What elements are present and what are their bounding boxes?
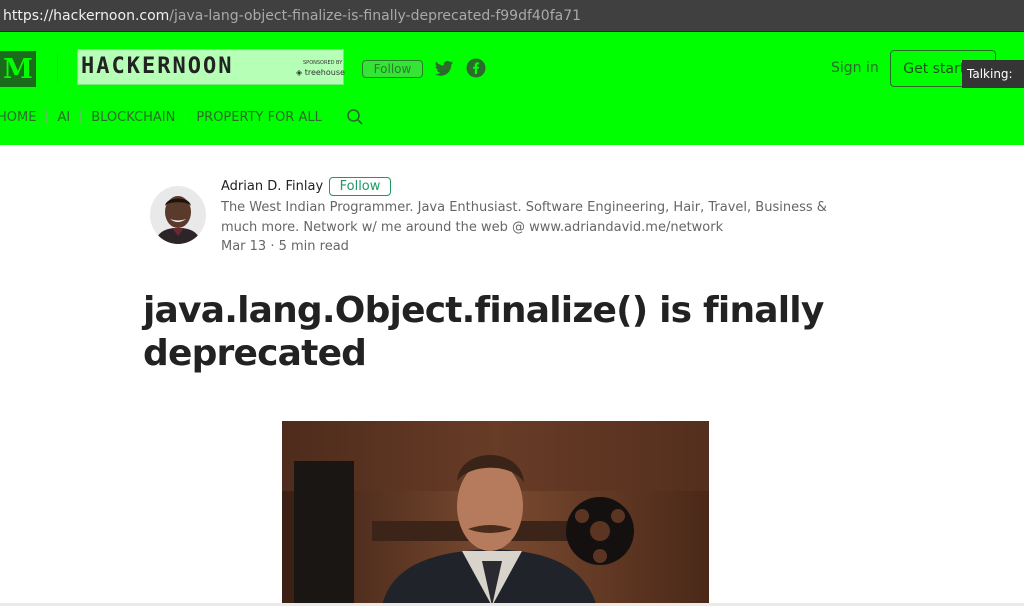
nav-separator xyxy=(185,110,187,124)
author-avatar[interactable] xyxy=(150,186,206,244)
follow-publication-button[interactable]: Follow xyxy=(362,60,423,78)
nav-item-property-for-all[interactable]: PROPERTY FOR ALL xyxy=(196,110,322,125)
article-title: java.lang.Object.finalize() is finally d… xyxy=(143,290,824,374)
nav-separator xyxy=(80,110,82,124)
nav-item-ai[interactable]: AI xyxy=(57,110,70,125)
article-hero-image xyxy=(282,421,709,606)
publication-header: M HACKERNOON SPONSORED BY ◈ treehouse Fo… xyxy=(0,32,1024,145)
search-icon[interactable] xyxy=(346,108,364,126)
twitter-icon[interactable] xyxy=(434,60,454,78)
nav-separator xyxy=(46,110,48,124)
hackernoon-wordmark: HACKERNOON xyxy=(81,54,234,79)
author-bio: The West Indian Programmer. Java Enthusi… xyxy=(221,200,827,235)
author-name[interactable]: Adrian D. Finlay xyxy=(221,179,323,194)
talking-tooltip: Talking: xyxy=(962,60,1024,88)
nav-item-home[interactable]: HOME xyxy=(0,110,36,125)
sponsored-by-label: SPONSORED BY xyxy=(303,60,343,66)
url-text[interactable]: https://hackernoon.com/java-lang-object-… xyxy=(3,8,581,24)
publication-nav: HOME AI BLOCKCHAIN PROPERTY FOR ALL xyxy=(0,108,364,126)
post-meta: Mar 13 · 5 min read xyxy=(221,239,349,254)
medium-logo[interactable]: M xyxy=(0,51,36,87)
url-path: /java-lang-object-finalize-is-finally-de… xyxy=(169,8,582,24)
hackernoon-logo[interactable]: HACKERNOON SPONSORED BY ◈ treehouse xyxy=(77,49,345,85)
facebook-icon[interactable] xyxy=(466,58,486,78)
header-divider xyxy=(57,54,58,82)
nav-item-blockchain[interactable]: BLOCKCHAIN xyxy=(91,110,175,125)
sponsor-name: ◈ treehouse xyxy=(296,68,345,77)
address-bar[interactable]: https://hackernoon.com/java-lang-object-… xyxy=(0,0,1024,32)
follow-author-button[interactable]: Follow xyxy=(329,177,391,196)
sign-in-link[interactable]: Sign in xyxy=(831,60,879,76)
url-host: https://hackernoon.com xyxy=(3,8,170,24)
